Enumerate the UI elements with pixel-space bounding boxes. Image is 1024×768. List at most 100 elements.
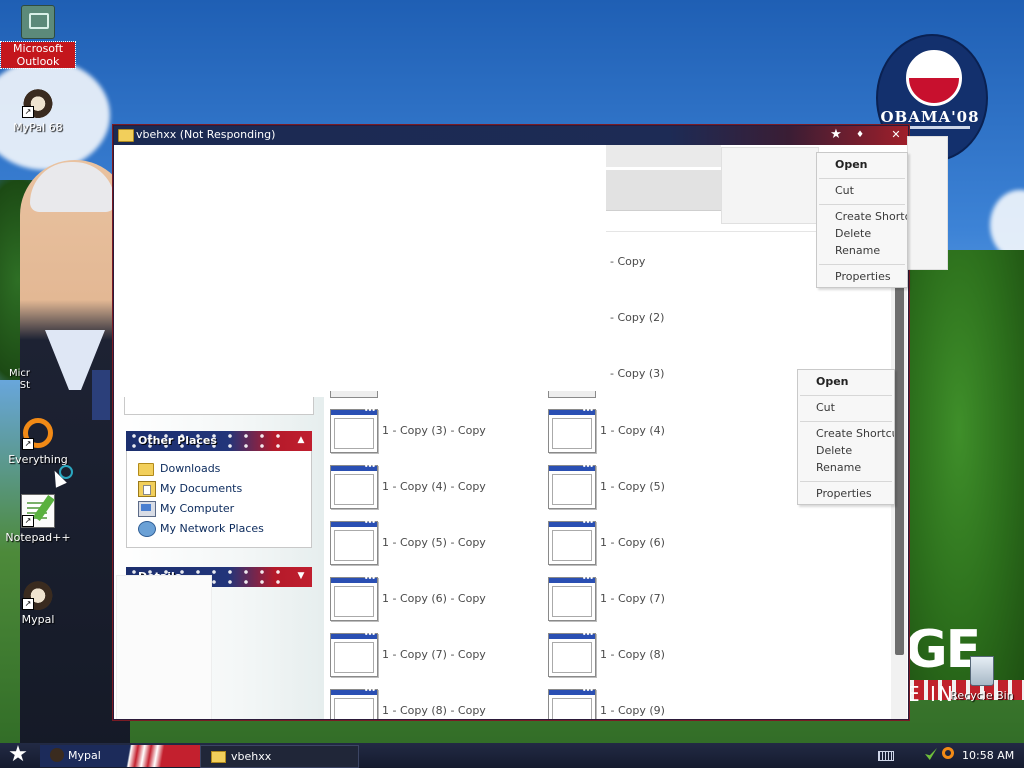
wallpaper-person-tie xyxy=(92,370,110,420)
menu-item-rename[interactable]: Rename xyxy=(835,244,880,257)
other-places-title: Other Places xyxy=(138,434,217,447)
desktop-icon-label: Recycle Bin xyxy=(950,689,1014,702)
file-label: 1 - Copy (4) - Copy xyxy=(382,480,486,493)
task-pane-stub xyxy=(124,397,314,415)
file-label: 1 - Copy (7) - Copy xyxy=(382,648,486,661)
file-item[interactable]: 1 - Copy (4) - Copy xyxy=(330,462,540,509)
taskbar-button-label: vbehxx xyxy=(231,750,272,763)
recycle-bin-icon xyxy=(970,656,994,686)
file-label[interactable]: - Copy (2) xyxy=(610,311,664,324)
window-file-icon xyxy=(548,462,596,509)
file-item[interactable]: 1 - Copy (7) - Copy xyxy=(330,630,540,677)
menu-separator xyxy=(819,178,905,179)
menu-item-create-shortcut[interactable]: Create Shortcut xyxy=(816,427,894,440)
my-documents-icon xyxy=(138,481,156,497)
collapse-arrow-icon[interactable]: ▲ xyxy=(294,433,308,447)
file-label: 1 - Copy (4) xyxy=(600,424,665,437)
ghost-panel-overflow xyxy=(907,136,948,270)
taskbar-button-label: Mypal xyxy=(68,749,101,762)
desktop-icon-label: Mypal xyxy=(21,613,55,626)
menu-item-open[interactable]: Open xyxy=(835,158,868,171)
file-item[interactable]: 1 - Copy (6) - Copy xyxy=(330,574,540,621)
window-file-icon xyxy=(548,686,596,719)
file-icon-cutoff xyxy=(330,391,378,398)
menu-item-cut[interactable]: Cut xyxy=(816,401,835,414)
window-content: Other Places ▲ Downloads My Documents My… xyxy=(114,145,908,719)
campaign-logo-icon xyxy=(906,50,962,106)
desktop-icon-label: Notepad++ xyxy=(5,531,71,544)
file-label: 1 - Copy (3) - Copy xyxy=(382,424,486,437)
menu-item-create-shortcut[interactable]: Create Shortcut xyxy=(835,210,907,223)
desktop-icon-everything[interactable]: ↗ Everything xyxy=(1,414,75,466)
desktop-icon-notepadpp[interactable]: ↗ Notepad++ xyxy=(1,494,75,544)
minimize-button[interactable]: ★ xyxy=(828,128,844,142)
file-item[interactable]: 1 - Copy (9) xyxy=(548,686,758,719)
file-label: 1 - Copy (5) xyxy=(600,480,665,493)
menu-item-open[interactable]: Open xyxy=(816,375,849,388)
file-icon-cutoff xyxy=(548,391,596,398)
window-titlebar[interactable]: vbehxx (Not Responding) ★ ♦ ✕ xyxy=(114,126,908,145)
toolbar-ghost xyxy=(606,170,721,210)
close-button[interactable]: ✕ xyxy=(888,128,904,142)
window-file-icon xyxy=(330,686,378,719)
folder-icon xyxy=(138,463,154,476)
file-item[interactable]: 1 - Copy (3) - Copy xyxy=(330,406,540,453)
file-label: 1 - Copy (8) - Copy xyxy=(382,704,486,717)
window-file-icon xyxy=(330,406,378,453)
menu-separator xyxy=(800,395,892,396)
window-file-icon xyxy=(548,518,596,565)
context-menu: Open Cut Create Shortcut Delete Rename P… xyxy=(816,152,908,288)
desktop-icon-mypal68[interactable]: ↗ MyPal 68 xyxy=(1,86,75,134)
menu-separator xyxy=(800,421,892,422)
unpainted-region xyxy=(114,145,606,397)
file-label: 1 - Copy (6) - Copy xyxy=(382,592,486,605)
file-item[interactable]: 1 - Copy (6) xyxy=(548,518,758,565)
expand-arrow-icon[interactable]: ▼ xyxy=(294,569,308,583)
window-file-icon xyxy=(548,406,596,453)
window-file-icon xyxy=(330,630,378,677)
taskbar: ★ Mypal vbehxx 10:58 AM xyxy=(0,743,1024,768)
file-label[interactable]: - Copy (3) xyxy=(610,367,664,380)
my-computer-icon xyxy=(138,501,156,517)
window-file-icon xyxy=(330,518,378,565)
system-clock[interactable]: 10:58 AM xyxy=(962,749,1014,762)
file-item[interactable]: 1 - Copy (8) - Copy xyxy=(330,686,540,719)
menu-item-delete[interactable]: Delete xyxy=(835,227,871,240)
taskbar-button-mypal[interactable]: Mypal xyxy=(40,745,200,767)
file-item[interactable]: 1 - Copy (5) xyxy=(548,462,758,509)
file-item[interactable]: 1 - Copy (7) xyxy=(548,574,758,621)
notepad-plus-plus-icon: ↗ xyxy=(21,494,55,528)
keyboard-icon[interactable] xyxy=(878,751,894,761)
desktop-icon-mypal[interactable]: ↗ Mypal xyxy=(1,578,75,626)
maximize-button[interactable]: ♦ xyxy=(852,128,868,142)
desktop-icon-recycle-bin[interactable]: Recycle Bin xyxy=(944,656,1020,702)
outlook-icon xyxy=(21,5,55,39)
menu-item-rename[interactable]: Rename xyxy=(816,461,861,474)
everything-icon-wrap: ↗ xyxy=(22,418,54,450)
place-link-label: My Documents xyxy=(160,482,243,495)
partial-desktop-label: Micr St xyxy=(8,368,30,391)
file-label[interactable]: - Copy xyxy=(610,255,645,268)
scrollbar-thumb[interactable] xyxy=(895,285,904,655)
start-button[interactable]: ★ xyxy=(0,743,36,768)
menu-item-delete[interactable]: Delete xyxy=(816,444,852,457)
taskbar-button-vbehxx[interactable]: vbehxx xyxy=(200,745,359,768)
window-file-icon xyxy=(548,574,596,621)
file-label: 1 - Copy (7) xyxy=(600,592,665,605)
explorer-window[interactable]: vbehxx (Not Responding) ★ ♦ ✕ Other Plac… xyxy=(113,125,909,720)
place-link-label: Downloads xyxy=(160,462,221,475)
file-label: 1 - Copy (8) xyxy=(600,648,665,661)
menu-item-properties[interactable]: Properties xyxy=(835,270,891,283)
menu-item-cut[interactable]: Cut xyxy=(835,184,854,197)
file-item[interactable]: 1 - Copy (5) - Copy xyxy=(330,518,540,565)
file-label: 1 - Copy (9) xyxy=(600,704,665,717)
other-places-header[interactable]: Other Places ▲ xyxy=(126,431,312,451)
file-item[interactable]: 1 - Copy (4) xyxy=(548,406,758,453)
shortcut-arrow-icon: ↗ xyxy=(22,438,34,450)
context-menu: Open Cut Create Shortcut Delete Rename P… xyxy=(797,369,895,505)
file-item[interactable]: 1 - Copy (8) xyxy=(548,630,758,677)
menu-item-properties[interactable]: Properties xyxy=(816,487,872,500)
desktop-icon-outlook[interactable]: Microsoft Outlook xyxy=(0,5,76,69)
everything-search-icon[interactable] xyxy=(942,747,954,759)
safely-remove-icon[interactable] xyxy=(925,748,937,760)
